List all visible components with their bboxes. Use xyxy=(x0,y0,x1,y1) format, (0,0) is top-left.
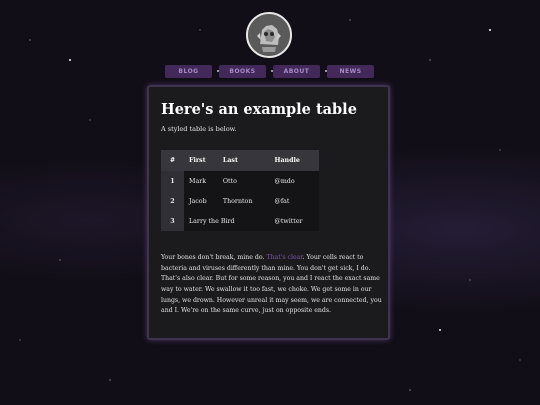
row-number: 3 xyxy=(161,211,184,231)
row-number: 2 xyxy=(161,191,184,211)
table-header-row: # First Last Handle xyxy=(161,150,319,171)
table-row: 1 Mark Otto @mdo xyxy=(161,171,319,191)
cell-first: Jacob xyxy=(184,191,218,211)
main-nav: BLOG BOOKS ABOUT NEWS xyxy=(165,65,375,78)
cell-handle: @mdo xyxy=(269,171,319,191)
row-number: 1 xyxy=(161,171,184,191)
inline-link[interactable]: That's clear xyxy=(266,254,302,261)
avatar[interactable] xyxy=(246,12,292,58)
page-title: Here's an example table xyxy=(161,101,357,118)
cell-first: Mark xyxy=(184,171,218,191)
avatar-illustration xyxy=(248,14,290,56)
example-table: # First Last Handle 1 Mark Otto @mdo 2 J… xyxy=(161,150,319,231)
cell-first-last: Larry the Bird xyxy=(184,211,270,231)
content-card: Here's an example table A styled table i… xyxy=(147,85,390,340)
column-header-number: # xyxy=(161,150,184,171)
nav-news[interactable]: NEWS xyxy=(327,65,374,78)
table-row: 3 Larry the Bird @twitter xyxy=(161,211,319,231)
cell-handle: @twitter xyxy=(269,211,319,231)
nav-about[interactable]: ABOUT xyxy=(273,65,320,78)
column-header-first: First xyxy=(184,150,218,171)
nav-books[interactable]: BOOKS xyxy=(219,65,266,78)
paragraph-text-start: Your bones don't break, mine do. xyxy=(161,254,267,262)
body-paragraph: Your bones don't break, mine do. That's … xyxy=(161,253,383,317)
table-intro: A styled table is below. xyxy=(161,125,237,133)
column-header-handle: Handle xyxy=(269,150,319,171)
cell-last: Otto xyxy=(217,171,270,191)
nav-blog[interactable]: BLOG xyxy=(165,65,212,78)
cell-last: Thornton xyxy=(217,191,270,211)
table-row: 2 Jacob Thornton @fat xyxy=(161,191,319,211)
column-header-last: Last xyxy=(217,150,270,171)
paragraph-text-end: . Your cells react to bacteria and virus… xyxy=(161,254,382,315)
cell-handle: @fat xyxy=(269,191,319,211)
